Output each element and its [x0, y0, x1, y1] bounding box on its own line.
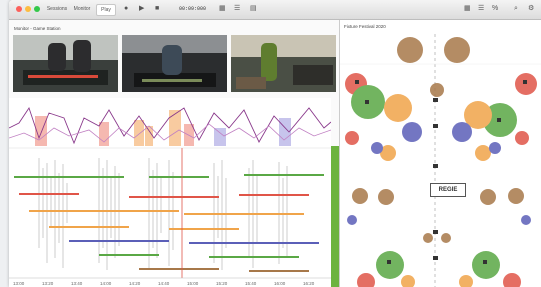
- percent-icon[interactable]: %: [492, 4, 498, 14]
- video-feed-3[interactable]: [231, 35, 336, 92]
- stop-icon[interactable]: ■: [155, 4, 159, 14]
- tick-label: 15:40: [245, 281, 257, 286]
- monitor-panel: Monitor - Game Station 13:00 13:20 13:40…: [9, 20, 339, 287]
- play-icon[interactable]: ▶: [139, 4, 144, 14]
- layout-icon[interactable]: ▤: [250, 4, 257, 14]
- monitor-panel-title: Monitor - Game Station: [14, 26, 61, 31]
- fixture-map-panel: Fixture Festival 2020: [339, 20, 541, 287]
- tick-label: 16:00: [274, 281, 286, 286]
- zoom-window-icon[interactable]: [34, 6, 40, 12]
- search-icon[interactable]: ⌕: [514, 4, 518, 14]
- tick-label: 14:20: [129, 281, 141, 286]
- close-window-icon[interactable]: [16, 6, 22, 12]
- timecode-display: 00:09:000: [179, 6, 207, 12]
- sessions-button[interactable]: Sessions: [46, 4, 68, 14]
- tick-label: 14:40: [158, 281, 170, 286]
- level-meter: [331, 146, 339, 287]
- record-icon[interactable]: ●: [124, 4, 128, 14]
- tick-label: 15:00: [187, 281, 199, 286]
- gear-icon[interactable]: ⚙: [528, 4, 534, 14]
- play-mode-button[interactable]: Play: [96, 4, 116, 16]
- regie-label: REGIE: [430, 183, 466, 197]
- tick-label: 13:40: [71, 281, 83, 286]
- grid-icon[interactable]: ▦: [219, 4, 226, 14]
- sliders-icon[interactable]: ☰: [234, 4, 240, 14]
- list-view-icon[interactable]: ☰: [478, 4, 484, 14]
- toolbar: Sessions Monitor Play ● ▶ ■ 00:09:000 ▦ …: [9, 0, 541, 20]
- timeline-view[interactable]: 13:00 13:20 13:40 14:00 14:20 14:40 15:0…: [9, 98, 331, 287]
- tick-label: 15:20: [216, 281, 228, 286]
- video-feed-2[interactable]: [122, 35, 227, 92]
- minimize-window-icon[interactable]: [25, 6, 31, 12]
- monitor-button[interactable]: Monitor: [71, 4, 93, 14]
- tick-label: 13:00: [13, 281, 25, 286]
- video-feed-1[interactable]: [13, 35, 118, 92]
- tick-label: 16:20: [303, 281, 315, 286]
- grid-view-icon[interactable]: ▦: [464, 4, 471, 14]
- fixture-map[interactable]: [340, 20, 541, 287]
- tick-label: 13:20: [42, 281, 54, 286]
- tick-label: 14:00: [100, 281, 112, 286]
- app-window: Sessions Monitor Play ● ▶ ■ 00:09:000 ▦ …: [9, 0, 541, 287]
